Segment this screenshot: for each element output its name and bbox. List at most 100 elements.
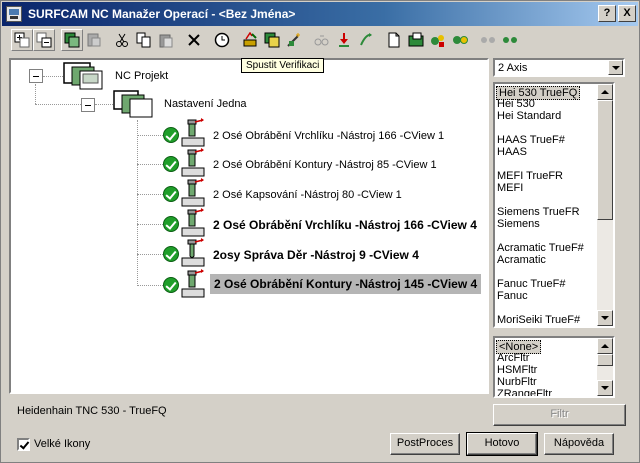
wand-button[interactable] (283, 29, 305, 51)
machining-op-icon (181, 118, 205, 147)
verify-icon (243, 32, 257, 47)
post-processor-item[interactable]: HAAS TrueF# (497, 134, 565, 146)
post-processor-item[interactable]: Acramatic (497, 254, 546, 266)
scroll-down-icon[interactable] (597, 380, 613, 396)
verified-check-icon (163, 246, 179, 262)
filter-list-scrollbar[interactable] (597, 338, 613, 396)
root-collapse-toggle[interactable] (29, 69, 43, 83)
done-button[interactable]: Hotovo (466, 432, 538, 456)
axis-select[interactable]: 2 Axis (493, 58, 625, 77)
tree-root-label[interactable]: NC Projekt (115, 70, 168, 82)
operation-label-5[interactable]: 2osy Správa Děr -Nástroj 9 -CView 4 (213, 248, 419, 262)
axis-select-value: 2 Axis (498, 62, 528, 74)
post-list-scrollbar[interactable] (597, 84, 613, 326)
delete-icon (188, 34, 200, 46)
paste-icon (159, 34, 173, 48)
copy-button[interactable] (133, 29, 155, 51)
tool-link-button[interactable] (311, 29, 333, 51)
post-processor-list[interactable]: Hei 530 TrueFQ Hei 530 Hei Standard HAAS Tr… (493, 82, 615, 328)
dots-green-button[interactable] (499, 29, 521, 51)
tree-connector (137, 285, 163, 286)
help-title-button[interactable]: ? (598, 5, 616, 22)
paste-op-button[interactable] (83, 29, 105, 51)
filter-item[interactable]: HSMFltr (497, 364, 537, 376)
time-button[interactable] (211, 29, 233, 51)
scroll-thumb[interactable] (597, 100, 613, 220)
tree-connector (137, 254, 163, 255)
copy-tool-button[interactable] (261, 29, 283, 51)
clock-icon (214, 32, 230, 48)
operation-label-6[interactable]: 2 Osé Obrábění Kontury -Nástroj 145 -CVi… (210, 274, 482, 294)
tree-connector (137, 164, 163, 165)
large-icons-checkbox[interactable] (17, 438, 30, 451)
post-processor-item[interactable]: Hei 530 (497, 98, 535, 110)
post-processor-item[interactable]: MEFI TrueFR (497, 170, 563, 182)
green-arrow-icon (360, 33, 372, 46)
verified-check-icon (163, 186, 179, 202)
filter-button[interactable]: Filtr (493, 404, 626, 426)
delete-button[interactable] (183, 29, 205, 51)
paste-button[interactable] (155, 29, 177, 51)
gears-button[interactable] (449, 29, 471, 51)
post-processor-item[interactable]: Fanuc TrueF# (497, 278, 565, 290)
verified-check-icon (163, 156, 179, 172)
green-arrow-button[interactable] (355, 29, 377, 51)
title-bar[interactable]: SURFCAM NC Manažer Operací - <Bez Jména>… (2, 2, 638, 26)
cut-button[interactable] (111, 29, 133, 51)
filter-item[interactable]: NurbFltr (497, 376, 537, 388)
scroll-up-icon[interactable] (597, 338, 613, 354)
post-processor-item[interactable]: MoriSeiki TrueF# (497, 314, 580, 326)
close-title-button[interactable]: X (618, 5, 636, 22)
tool-link-icon (314, 35, 329, 46)
shapes-button[interactable] (427, 29, 449, 51)
surfcam-app-icon (6, 6, 22, 22)
dots-gray-button[interactable] (477, 29, 499, 51)
nc-project-icon (63, 62, 103, 90)
post-processor-item[interactable]: MEFI (497, 182, 523, 194)
tree-setup-label[interactable]: Nastavení Jedna (164, 98, 247, 110)
copy-icon (136, 32, 151, 48)
scroll-down-icon[interactable] (597, 310, 613, 326)
operation-tree[interactable]: NC Projekt Nastavení Jedna 2 Osé Obráběn… (9, 58, 489, 394)
post-processor-item[interactable]: HAAS (497, 146, 527, 158)
filter-item[interactable]: ArcFltr (497, 352, 529, 364)
collapse-all-button[interactable] (33, 29, 55, 51)
operation-label-1[interactable]: 2 Osé Obrábění Vrchlíku -Nástroj 166 -CV… (213, 130, 444, 142)
tree-connector (137, 194, 163, 195)
help-button[interactable]: Nápověda (544, 433, 614, 455)
operation-label-3[interactable]: 2 Osé Kapsování -Nástroj 80 -CView 1 (213, 189, 402, 201)
copy-op-button[interactable] (61, 29, 83, 51)
chevron-down-icon[interactable] (608, 60, 623, 75)
window-title: SURFCAM NC Manažer Operací - <Bez Jména> (28, 7, 296, 21)
setup-collapse-toggle[interactable] (81, 98, 95, 112)
large-icons-label[interactable]: Velké Ikony (34, 438, 90, 450)
folder-button[interactable] (405, 29, 427, 51)
paste-op-icon (87, 33, 101, 47)
expand-all-button[interactable] (11, 29, 33, 51)
scroll-thumb[interactable] (597, 354, 613, 366)
gears-icon (453, 36, 468, 44)
post-processor-item[interactable]: Fanuc (497, 290, 528, 302)
operation-label-4[interactable]: 2 Osé Obrábění Vrchlíku -Nástroj 166 -CV… (213, 218, 477, 232)
green-folder-icon (408, 32, 424, 47)
collapse-all-icon (36, 32, 52, 48)
tree-connector (137, 224, 163, 225)
dots-green-icon (503, 37, 517, 43)
verified-check-icon (163, 277, 179, 293)
machining-op-icon (181, 178, 205, 207)
red-arrow-button[interactable] (333, 29, 355, 51)
post-processor-item[interactable]: Siemens (497, 218, 540, 230)
post-processor-item[interactable]: Acramatic TrueF# (497, 242, 584, 254)
verify-button[interactable] (239, 29, 261, 51)
filter-list[interactable]: <None> ArcFltr HSMFltr NurbFltr ZRangeFltr (493, 336, 615, 398)
wand-icon (287, 33, 300, 47)
blank-doc-icon (388, 32, 400, 48)
filter-item[interactable]: ZRangeFltr (497, 388, 552, 396)
operation-label-2[interactable]: 2 Osé Obrábění Kontury -Nástroj 85 -CVie… (213, 159, 437, 171)
postproces-button[interactable]: PostProces (390, 433, 460, 455)
post-processor-item[interactable]: Siemens TrueFR (497, 206, 580, 218)
new-doc-button[interactable] (383, 29, 405, 51)
post-processor-item[interactable]: Hei Standard (497, 110, 561, 122)
tree-connector (35, 104, 81, 105)
scroll-up-icon[interactable] (597, 84, 613, 100)
